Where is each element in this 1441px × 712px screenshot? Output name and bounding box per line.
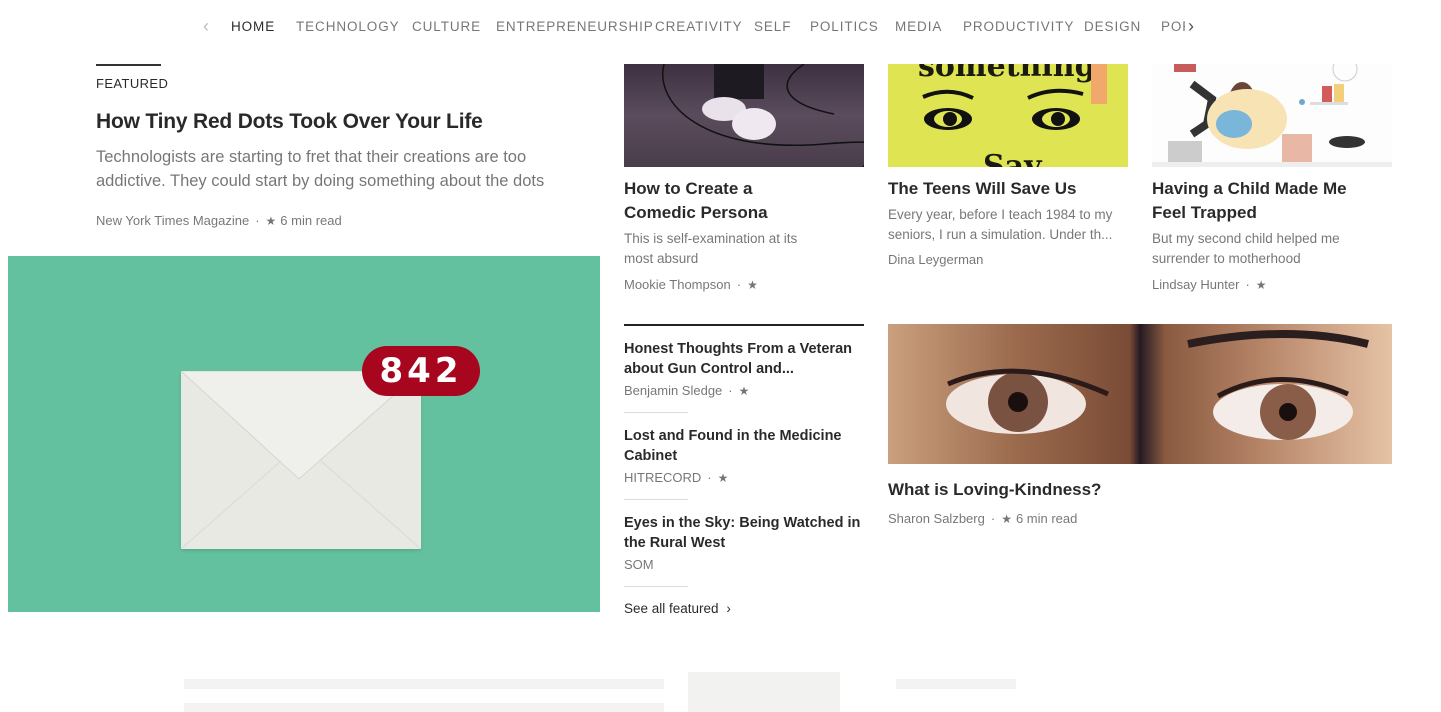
list-separator: [624, 499, 688, 500]
star-icon: ★: [747, 278, 758, 292]
list-item-meta: Benjamin Sledge · ★: [624, 383, 753, 398]
author-link[interactable]: Sharon Salzberg: [888, 511, 985, 526]
see-all-label: See all featured: [624, 601, 719, 616]
list-item-title[interactable]: Lost and Found in the Medicine Cabinet: [624, 426, 869, 466]
notification-badge: 842: [362, 346, 480, 396]
featured-meta: New York Times Magazine · ★ 6 min read: [96, 213, 342, 228]
loading-placeholder: [184, 703, 664, 712]
card-meta: Mookie Thompson · ★: [624, 277, 762, 292]
list-divider: [624, 324, 864, 326]
featured-divider: [96, 64, 161, 66]
list-item-title[interactable]: Eyes in the Sky: Being Watched in the Ru…: [624, 513, 869, 553]
card-image-comedic-persona[interactable]: [624, 64, 864, 167]
chevron-right-icon: ›: [726, 601, 731, 616]
separator-dot: ·: [736, 277, 742, 292]
list-separator: [624, 586, 688, 587]
card-image-teens[interactable]: something, Say: [888, 64, 1128, 167]
card-meta: Dina Leygerman: [888, 252, 983, 267]
star-icon: ★: [1255, 278, 1267, 292]
separator-dot: ·: [728, 383, 733, 398]
card-meta: Lindsay Hunter · ★: [1152, 277, 1271, 292]
author-link[interactable]: Dina Leygerman: [888, 252, 983, 267]
nav-item-design[interactable]: DESIGN: [1084, 19, 1141, 34]
card-image-loving-kindness[interactable]: [888, 324, 1392, 464]
author-link[interactable]: New York Times Magazine: [96, 213, 249, 228]
see-all-featured-link[interactable]: See all featured ›: [624, 601, 731, 616]
card-title[interactable]: The Teens Will Save Us: [888, 177, 1133, 201]
nav-item-self[interactable]: SELF: [754, 19, 791, 34]
list-item-meta: HITRECORD · ★: [624, 470, 732, 485]
separator-dot: ·: [990, 511, 996, 526]
chevron-right-icon[interactable]: ›: [1188, 17, 1194, 35]
star-icon: ★: [717, 471, 729, 485]
poster-text-top: something,: [918, 64, 1106, 84]
author-link[interactable]: Lindsay Hunter: [1152, 277, 1239, 292]
loading-placeholder: [184, 679, 664, 689]
star-icon: ★: [738, 384, 750, 398]
poster-text-bottom: Say: [983, 149, 1043, 167]
nav-item-technology[interactable]: TECHNOLOGY: [296, 19, 400, 34]
section-label: FEATURED: [96, 76, 169, 91]
star-icon: ★: [1001, 512, 1012, 526]
author-link[interactable]: Mookie Thompson: [624, 277, 731, 292]
separator-dot: ·: [1245, 277, 1250, 292]
featured-title[interactable]: How Tiny Red Dots Took Over Your Life: [96, 110, 483, 134]
topic-nav: ‹ HOME TECHNOLOGY CULTURE ENTREPRENEURSH…: [200, 14, 1210, 40]
separator-dot: ·: [255, 213, 260, 228]
list-item-title[interactable]: Honest Thoughts From a Veteran about Gun…: [624, 339, 869, 379]
card-title[interactable]: How to Create a Comedic Persona: [624, 177, 824, 225]
nav-item-media[interactable]: MEDIA: [895, 19, 942, 34]
card-title[interactable]: What is Loving-Kindness?: [888, 478, 1288, 502]
featured-subtitle[interactable]: Technologists are starting to fret that …: [96, 145, 576, 193]
nav-item-popular[interactable]: POPULAR: [1161, 19, 1185, 34]
card-subtitle[interactable]: But my second child helped me surrender …: [1152, 229, 1382, 269]
envelope-icon: [181, 371, 421, 549]
author-link[interactable]: SOM: [624, 557, 654, 572]
featured-image[interactable]: 842: [8, 256, 600, 612]
card-subtitle[interactable]: Every year, before I teach 1984 to my se…: [888, 205, 1133, 245]
card-meta: Sharon Salzberg · ★ 6 min read: [888, 511, 1077, 526]
list-separator: [624, 412, 688, 413]
read-time: 6 min read: [280, 213, 342, 228]
nav-item-creativity[interactable]: CREATIVITY: [655, 19, 743, 34]
separator-dot: ·: [707, 470, 712, 485]
loading-placeholder: [688, 672, 840, 712]
loading-placeholder: [896, 679, 1016, 689]
nav-item-politics[interactable]: POLITICS: [810, 19, 879, 34]
list-item-meta: SOM: [624, 557, 654, 572]
nav-item-culture[interactable]: CULTURE: [412, 19, 481, 34]
nav-item-home[interactable]: HOME: [231, 19, 275, 34]
star-icon: ★: [265, 214, 277, 228]
card-title[interactable]: Having a Child Made Me Feel Trapped: [1152, 177, 1372, 225]
author-link[interactable]: HITRECORD: [624, 470, 701, 485]
card-image-child[interactable]: [1152, 64, 1392, 167]
nav-item-productivity[interactable]: PRODUCTIVITY: [963, 19, 1074, 34]
read-time: 6 min read: [1015, 511, 1078, 526]
nav-item-entrepreneurship[interactable]: ENTREPRENEURSHIP: [496, 19, 654, 34]
nav-scroller: HOME TECHNOLOGY CULTURE ENTREPRENEURSHIP…: [200, 14, 1185, 40]
card-subtitle[interactable]: This is self-examination at its most abs…: [624, 229, 824, 269]
author-link[interactable]: Benjamin Sledge: [624, 383, 722, 398]
